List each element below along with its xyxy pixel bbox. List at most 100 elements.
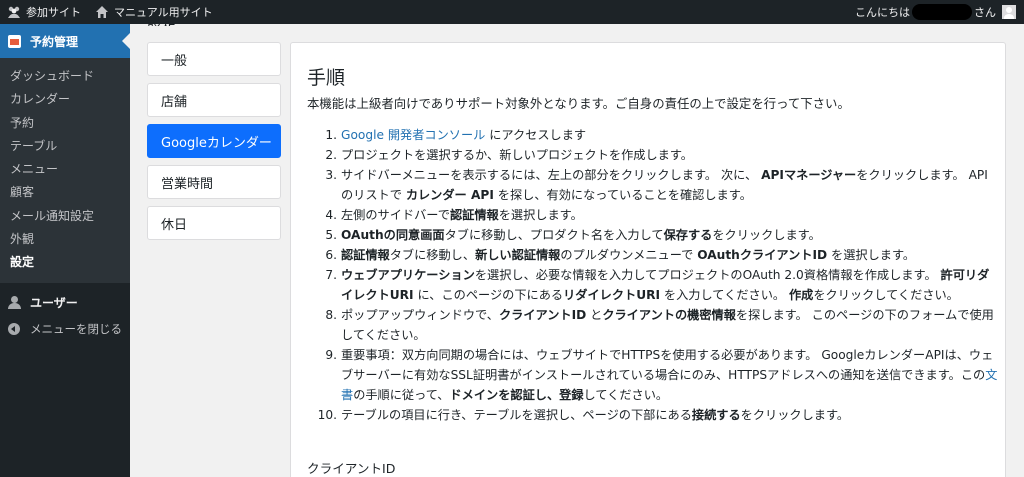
- step-item: 2. プロジェクトを選択するか、新しいプロジェクトを作成します。: [309, 145, 999, 165]
- client-id-label: クライアントID: [307, 461, 396, 476]
- step-text: をクリックします。: [712, 228, 821, 242]
- greeting-suffix: さん: [974, 6, 996, 19]
- tab-holidays[interactable]: 休日: [147, 206, 281, 240]
- submenu-item-calendar[interactable]: カレンダー: [0, 88, 130, 111]
- step-item: 10. テーブルの項目に行き、テーブルを選択し、ページの下部にある接続するをクリッ…: [309, 405, 999, 425]
- step-bold-text: 接続する: [691, 408, 741, 422]
- step-item: 5. OAuthの同意画面タブに移動し、プロダクト名を入力して保存するをクリックし…: [309, 225, 999, 245]
- step-number: 8.: [325, 308, 337, 322]
- step-text: 重要事項：双方向同期の場合には、ウェブサイトでHTTPSを使用する必要があります…: [341, 348, 994, 382]
- site-menu[interactable]: 参加サイト: [0, 0, 88, 24]
- step-bold-text: 作成: [788, 288, 814, 302]
- step-text: にアクセスします: [485, 128, 587, 142]
- home-icon: [96, 6, 108, 18]
- step-text: タブに移動し、: [389, 248, 476, 262]
- current-menu-arrow: [122, 33, 130, 49]
- page-title: 設定: [147, 16, 178, 26]
- submenu-item-reservations[interactable]: 予約: [0, 112, 130, 135]
- step-text: をクリックしてください。: [813, 288, 959, 302]
- tab-store[interactable]: 店舗: [147, 83, 281, 117]
- step-text: のプルダウンメニューで: [560, 248, 698, 262]
- step-number: 3.: [325, 168, 337, 182]
- calendar-icon: [8, 34, 21, 48]
- step-item: 3. サイドバーメニューを表示するには、左上の部分をクリックします。 次に、 AP…: [309, 165, 999, 205]
- step-bold-text: ウェブアプリケーション: [341, 268, 475, 282]
- card-title: 手順: [307, 67, 346, 89]
- submenu-item-settings[interactable]: 設定: [0, 251, 130, 274]
- submenu-item-appearance[interactable]: 外観: [0, 228, 130, 251]
- step-item: 1. Google 開発者コンソール にアクセスします: [309, 125, 999, 145]
- step-item: 8. ポップアップウィンドウで、クライアントID とクライアントの機密情報を探しま…: [309, 305, 999, 345]
- step-bold-text: カレンダー API: [405, 188, 494, 202]
- user-icon: [8, 296, 21, 310]
- step-bold-text: 認証情報: [449, 208, 499, 222]
- step-bold-text: 新しい認証情報: [475, 248, 561, 262]
- step-text: を探し、有効になっていることを確認します。: [493, 188, 752, 202]
- step-bold-text: リダイレクトURI: [563, 288, 661, 302]
- instructions-card: 手順 本機能は上級者向けでありサポート対象外となります。ご自身の責任の上で設定を…: [290, 42, 1006, 477]
- step-number: 6.: [325, 248, 337, 262]
- submenu-item-tables[interactable]: テーブル: [0, 135, 130, 158]
- step-bold-text: OAuthクライアントID: [697, 248, 828, 262]
- menu-users[interactable]: ユーザー: [0, 289, 130, 317]
- step-text: に、このページの下にある: [413, 288, 564, 302]
- step-item: 7. ウェブアプリケーションを選択し、必要な情報を入力してプロジェクトのOAuth…: [309, 265, 999, 305]
- step-text: の手順に従って、: [353, 388, 450, 402]
- step-text: してください。: [583, 388, 669, 402]
- step-link[interactable]: Google 開発者コンソール: [341, 128, 485, 142]
- submenu-item-customers[interactable]: 顧客: [0, 181, 130, 204]
- step-number: 2.: [325, 148, 337, 162]
- avatar[interactable]: [1002, 5, 1016, 19]
- submenu-item-email-notifications[interactable]: メール通知設定: [0, 205, 130, 228]
- step-number: 1.: [325, 128, 337, 142]
- site-name: 参加サイト: [26, 6, 81, 19]
- submenu-item-menu[interactable]: メニュー: [0, 158, 130, 181]
- step-bold-text: OAuthの同意画面: [341, 228, 445, 242]
- step-text: と: [586, 308, 603, 322]
- my-account[interactable]: こんにちは さん: [855, 0, 1024, 24]
- step-number: 4.: [325, 208, 337, 222]
- admin-sidebar: 予約管理 ダッシュボード カレンダー 予約 テーブル メニュー 顧客 メール通知…: [0, 24, 130, 477]
- step-bold-text: 認証情報: [341, 248, 390, 262]
- collapse-icon: [8, 322, 20, 335]
- tab-google-calendar[interactable]: Googleカレンダー: [147, 124, 281, 158]
- tab-business-hours[interactable]: 営業時間: [147, 165, 281, 199]
- step-text: を入力してください。: [660, 288, 789, 302]
- steps-list: 1. Google 開発者コンソール にアクセスします 2. プロジェクトを選択するか…: [309, 125, 999, 425]
- step-text: テーブルの項目に行き、テーブルを選択し、ページの下部にある: [341, 408, 692, 422]
- collapse-label: メニューを閉じる: [30, 321, 122, 336]
- redacted-username: [912, 4, 972, 20]
- step-text: タブに移動し、プロダクト名を入力して: [444, 228, 664, 242]
- step-text: を選択し、必要な情報を入力してプロジェクトのOAuth 2.0資格情報を作成しま…: [474, 268, 941, 282]
- step-text: 左側のサイドバーで: [341, 208, 450, 222]
- step-bold-text: クライアントID: [498, 308, 587, 322]
- step-text: をクリックします。: [740, 408, 850, 422]
- submenu: ダッシュボード カレンダー 予約 テーブル メニュー 顧客 メール通知設定 外観…: [0, 58, 130, 283]
- greeting-prefix: こんにちは: [855, 6, 910, 19]
- step-text: サイドバーメニューを表示するには、左上の部分をクリックします。 次に、: [341, 168, 762, 182]
- menu-reservation-management[interactable]: 予約管理: [0, 24, 130, 58]
- step-number: 7.: [325, 268, 337, 282]
- step-item: 6. 認証情報タブに移動し、新しい認証情報のプルダウンメニューで OAuthクライ…: [309, 245, 999, 265]
- step-text: プロジェクトを選択するか、新しいプロジェクトを作成します。: [341, 148, 693, 162]
- step-bold-text: クライアントの機密情報: [602, 308, 736, 322]
- step-text: ポップアップウィンドウで、: [341, 308, 499, 322]
- step-bold-text: APIマネージャー: [761, 168, 857, 182]
- step-bold-text: ドメインを認証し、登録: [449, 388, 584, 402]
- step-number: 10.: [317, 408, 337, 422]
- people-icon: [8, 6, 20, 18]
- menu-users-label: ユーザー: [30, 296, 78, 311]
- collapse-menu-button[interactable]: メニューを閉じる: [0, 317, 130, 341]
- step-text: を選択します。: [498, 208, 583, 222]
- menu-current-label: 予約管理: [30, 34, 79, 49]
- step-number: 9.: [325, 348, 337, 362]
- step-text: を選択します。: [827, 248, 916, 262]
- step-item: 9. 重要事項：双方向同期の場合には、ウェブサイトでHTTPSを使用する必要があり…: [309, 345, 999, 405]
- step-bold-text: 保存する: [663, 228, 713, 242]
- settings-tabs: 一般 店舗 Googleカレンダー 営業時間 休日: [147, 42, 281, 247]
- step-number: 5.: [325, 228, 337, 242]
- tab-general[interactable]: 一般: [147, 42, 281, 76]
- card-intro: 本機能は上級者向けでありサポート対象外となります。ご自身の責任の上で設定を行って…: [307, 96, 850, 111]
- step-item: 4. 左側のサイドバーで認証情報を選択します。: [309, 205, 999, 225]
- submenu-item-dashboard[interactable]: ダッシュボード: [0, 65, 130, 88]
